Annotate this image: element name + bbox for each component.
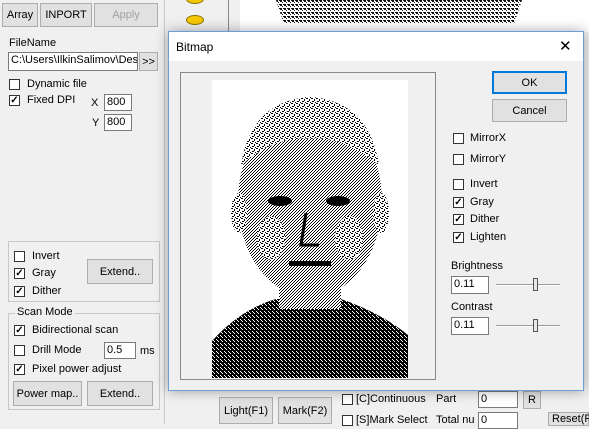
r-button[interactable]: R: [523, 391, 541, 409]
light-button[interactable]: Light(F1): [219, 397, 273, 424]
bitmap-dialog: Bitmap ✕ OK Cancel MirrorX MirrorY Inver…: [168, 31, 584, 391]
invert-label: Invert: [32, 250, 60, 262]
drill-mode-checkbox[interactable]: [14, 345, 25, 356]
scan-extend-button[interactable]: Extend..: [87, 381, 153, 406]
dialog-lighten-checkbox[interactable]: ✓: [453, 232, 464, 243]
contrast-track: [496, 325, 560, 327]
dialog-dither-label: Dither: [470, 213, 500, 225]
work-canvas[interactable]: [240, 0, 589, 32]
total-field[interactable]: 0: [478, 412, 518, 429]
dpi-x-field[interactable]: 800: [104, 94, 132, 111]
brightness-slider[interactable]: [496, 278, 560, 292]
mark-select-checkbox[interactable]: [342, 415, 353, 426]
ellipse-tool-icon[interactable]: [186, 15, 204, 25]
ok-button[interactable]: OK: [492, 71, 567, 94]
pixel-power-checkbox[interactable]: ✓: [14, 364, 25, 375]
mirror-x-checkbox[interactable]: [453, 133, 464, 144]
ruler-line: [228, 0, 229, 32]
filename-field[interactable]: C:\Users\IlkinSalimov\Des: [8, 52, 138, 71]
brightness-track: [496, 284, 560, 286]
canvas-image: [276, 0, 522, 24]
brightness-field[interactable]: 0.11: [451, 276, 489, 294]
mirror-y-label: MirrorY: [470, 153, 507, 165]
power-map-button[interactable]: Power map..: [13, 381, 82, 406]
x-label: X: [91, 97, 99, 109]
dialog-lighten-label: Lighten: [470, 231, 507, 243]
part-field[interactable]: 0: [478, 391, 518, 408]
mirror-y-checkbox[interactable]: [453, 154, 464, 165]
part-label: Part: [436, 393, 457, 405]
dialog-titlebar: Bitmap ✕: [169, 32, 583, 61]
apply-button[interactable]: Apply: [94, 3, 158, 27]
dynamic-file-label: Dynamic file: [27, 78, 87, 90]
pixel-power-label: Pixel power adjust: [32, 363, 122, 375]
filename-label: FileName: [9, 37, 57, 49]
dialog-gray-checkbox[interactable]: ✓: [453, 197, 464, 208]
contrast-label: Contrast: [451, 301, 493, 313]
dialog-title: Bitmap: [176, 40, 214, 54]
continuous-label: [C]Continuous: [356, 393, 426, 405]
gray-checkbox[interactable]: ✓: [14, 268, 25, 279]
mirror-x-label: MirrorX: [470, 132, 507, 144]
preview-frame: [180, 72, 436, 380]
cancel-button[interactable]: Cancel: [492, 99, 567, 122]
panel-divider: [164, 0, 165, 424]
gray-label: Gray: [32, 267, 56, 279]
dialog-dither-checkbox[interactable]: ✓: [453, 214, 464, 225]
dpi-y-field[interactable]: 800: [104, 114, 132, 131]
drill-mode-label: Drill Mode: [32, 344, 82, 356]
browse-button[interactable]: >>: [139, 52, 158, 71]
scan-mode-title: Scan Mode: [15, 306, 75, 318]
shape-toolbar: [178, 0, 216, 32]
drill-time-field[interactable]: 0.5: [104, 342, 136, 359]
image-extend-button[interactable]: Extend..: [87, 259, 153, 284]
brightness-thumb[interactable]: [533, 278, 538, 291]
contrast-slider[interactable]: [496, 319, 560, 333]
dialog-invert-label: Invert: [470, 178, 498, 190]
bidirectional-checkbox[interactable]: ✓: [14, 325, 25, 336]
array-button[interactable]: Array: [2, 3, 38, 27]
y-label: Y: [92, 117, 100, 129]
fixed-dpi-checkbox[interactable]: ✓: [9, 95, 20, 106]
contrast-field[interactable]: 0.11: [451, 317, 489, 335]
bidirectional-label: Bidirectional scan: [32, 324, 119, 336]
mark-button[interactable]: Mark(F2): [278, 397, 332, 424]
fixed-dpi-label: Fixed DPI: [27, 94, 76, 106]
inport-button[interactable]: INPORT: [40, 3, 92, 27]
dither-label: Dither: [32, 285, 62, 297]
portrait-preview-image: [212, 80, 408, 378]
total-label: Total nu: [436, 414, 475, 426]
dialog-invert-checkbox[interactable]: [453, 179, 464, 190]
close-icon[interactable]: ✕: [559, 37, 572, 55]
invert-checkbox[interactable]: [14, 251, 25, 262]
continuous-checkbox[interactable]: [342, 394, 353, 405]
mark-select-label: [S]Mark Select: [356, 414, 428, 426]
contrast-thumb[interactable]: [533, 319, 538, 332]
dither-checkbox[interactable]: ✓: [14, 286, 25, 297]
ellipse-tool-icon[interactable]: [186, 0, 204, 4]
dialog-gray-label: Gray: [470, 196, 494, 208]
brightness-label: Brightness: [451, 260, 503, 272]
dynamic-file-checkbox[interactable]: [9, 79, 20, 90]
drill-unit-label: ms: [140, 345, 155, 357]
